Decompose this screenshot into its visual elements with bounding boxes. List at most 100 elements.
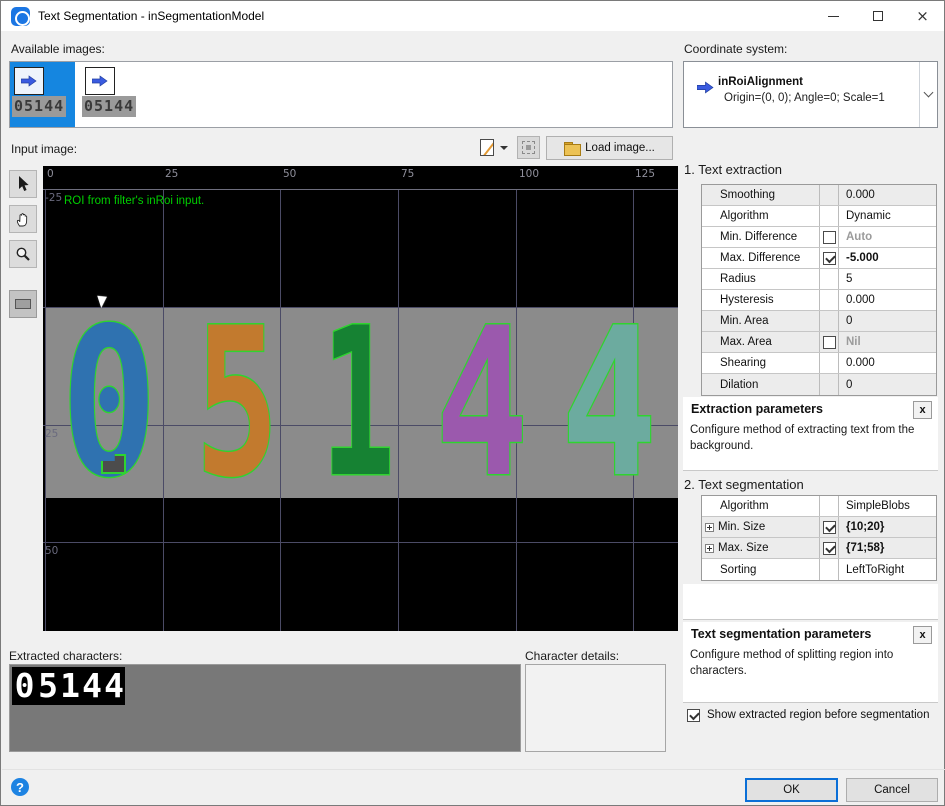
extracted-characters-label: Extracted characters: (9, 649, 122, 663)
param-row[interactable]: Dilation 0 (702, 374, 936, 395)
param-row[interactable]: Sorting LeftToRight (702, 559, 936, 580)
hand-icon (15, 211, 31, 227)
ruler-tick: 50 (45, 545, 58, 557)
magnifier-icon (15, 246, 31, 262)
ruler-tick: 25 (165, 168, 178, 180)
roi-annotation-text: ROI from filter's inRoi input. (64, 195, 204, 207)
segmentation-section-title: 2. Text segmentation (684, 477, 804, 492)
extracted-character: 5 (37, 667, 59, 705)
gridline (163, 190, 164, 631)
cancel-button[interactable]: Cancel (846, 778, 938, 802)
row-checkbox[interactable] (823, 542, 836, 555)
expand-icon[interactable] (705, 544, 714, 553)
input-image-label: Input image: (11, 142, 77, 156)
character-details-panel (525, 664, 666, 752)
param-row[interactable]: Max. Difference -5.000 (702, 248, 936, 269)
panel-title: Extraction parameters (691, 402, 823, 416)
coordinate-system-combo[interactable]: inRoiAlignment Origin=(0, 0); Angle=0; S… (683, 61, 938, 128)
param-row[interactable]: Shearing 0.000 (702, 353, 936, 374)
param-row[interactable]: Max. Area Nil (702, 332, 936, 353)
gridline (398, 190, 399, 631)
ruler-tick: 25 (45, 428, 58, 440)
empty-panel-area (683, 584, 938, 620)
minimize-icon (828, 16, 839, 17)
segmented-character: 0 (61, 302, 157, 507)
param-row[interactable]: Min. Area 0 (702, 311, 936, 332)
row-checkbox[interactable] (823, 521, 836, 534)
panel-close-button[interactable]: x (913, 626, 932, 644)
row-checkbox[interactable] (823, 231, 836, 244)
panel-close-button[interactable]: x (913, 401, 932, 419)
load-image-button[interactable]: Load image... (546, 136, 673, 160)
extracted-characters-preview: 0 5 1 4 4 (9, 664, 521, 752)
coordinate-system-label: Coordinate system: (684, 42, 787, 56)
blue-arrow-icon (697, 81, 714, 94)
extraction-section-title: 1. Text extraction (684, 162, 782, 177)
character-details-label: Character details: (525, 649, 619, 663)
caret-down-icon (500, 146, 508, 150)
show-region-label: Show extracted region before segmentatio… (707, 709, 929, 721)
gridline (43, 542, 678, 543)
thumbnail-digits: 05144 (82, 96, 136, 117)
ok-button[interactable]: OK (745, 778, 838, 802)
rectangle-roi-tool-button[interactable] (9, 290, 37, 318)
titlebar: Text Segmentation - inSegmentationModel (1, 1, 944, 31)
ruler-tick: 75 (401, 168, 414, 180)
row-checkbox[interactable] (823, 336, 836, 349)
blue-arrow-icon (85, 67, 115, 95)
available-images-list: 05144 05144 (9, 61, 673, 128)
segmentation-parameter-table: Algorithm SimpleBlobs Min. Size {10;20} … (701, 495, 937, 581)
chevron-down-icon (924, 88, 934, 98)
segmented-character: 5 (195, 302, 279, 507)
zoom-tool-button[interactable] (9, 240, 37, 268)
row-checkbox[interactable] (823, 252, 836, 265)
app-icon (11, 7, 30, 26)
pan-tool-button[interactable] (9, 205, 37, 233)
segmented-character: 4 (435, 302, 529, 507)
ruler-tick: 0 (47, 168, 54, 180)
param-row[interactable]: Max. Size {71;58} (702, 538, 936, 559)
close-button[interactable] (900, 1, 945, 31)
param-row[interactable]: Hysteresis 0.000 (702, 290, 936, 311)
help-button[interactable]: ? (11, 778, 29, 796)
extraction-parameters-panel: Extraction parameters x Configure method… (683, 397, 938, 471)
param-row[interactable]: Algorithm SimpleBlobs (702, 496, 936, 517)
load-image-label: Load image... (585, 142, 655, 154)
panel-title: Text segmentation parameters (691, 627, 871, 641)
extracted-character: 0 (12, 667, 37, 705)
folder-icon (564, 142, 579, 154)
close-icon (916, 9, 929, 24)
param-row[interactable]: Min. Size {10;20} (702, 517, 936, 538)
pointer-tool-button[interactable] (9, 170, 37, 198)
param-row[interactable]: Smoothing 0.000 (702, 185, 936, 206)
gridline (45, 190, 46, 631)
fit-icon (522, 141, 535, 154)
param-row[interactable]: Algorithm Dynamic (702, 206, 936, 227)
minimize-button[interactable] (811, 1, 855, 31)
extraction-parameter-table: Smoothing 0.000 Algorithm Dynamic Min. D… (701, 184, 937, 396)
window-title: Text Segmentation - inSegmentationModel (38, 9, 264, 23)
pointer-icon (16, 176, 30, 192)
panel-description: Configure method of extracting text from… (690, 423, 928, 454)
ruler-tick: 50 (283, 168, 296, 180)
ruler-tick: 100 (519, 168, 539, 180)
panel-description: Configure method of splitting region int… (690, 648, 928, 679)
blue-arrow-icon (14, 67, 44, 95)
expand-icon[interactable] (705, 523, 714, 532)
param-row[interactable]: Min. Difference Auto (702, 227, 936, 248)
ruler-tick: -25 (45, 192, 62, 204)
fit-to-window-button[interactable] (517, 136, 540, 159)
horizontal-ruler: 0 25 50 75 100 125 (43, 166, 678, 190)
extracted-character: 4 (103, 667, 125, 705)
ruler-tick: 125 (635, 168, 655, 180)
param-row[interactable]: Radius 5 (702, 269, 936, 290)
image-preview-canvas[interactable]: 0 25 50 75 100 125 -25 25 50 ROI from fi… (43, 166, 678, 631)
maximize-icon (873, 11, 883, 21)
segmentation-parameters-panel: Text segmentation parameters x Configure… (683, 622, 938, 703)
text-segmentation-dialog: Text Segmentation - inSegmentationModel … (0, 0, 945, 806)
coordinate-dropdown-button[interactable] (919, 62, 937, 127)
roi-tool-dropdown-button[interactable] (478, 137, 512, 159)
show-region-checkbox[interactable] (687, 709, 700, 722)
show-extracted-region-option[interactable]: Show extracted region before segmentatio… (687, 709, 929, 722)
maximize-button[interactable] (856, 1, 900, 31)
